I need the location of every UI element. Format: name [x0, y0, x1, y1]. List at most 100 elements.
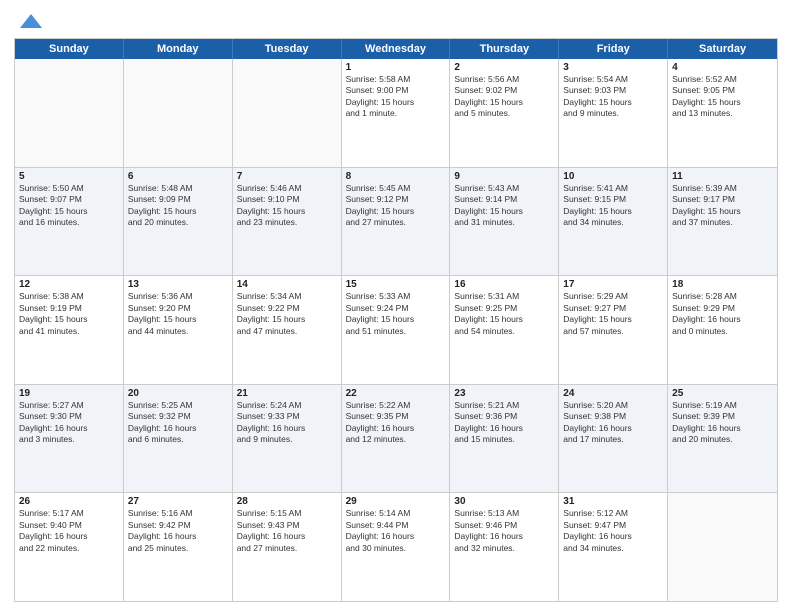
- day-number: 21: [237, 388, 337, 399]
- day-number: 10: [563, 171, 663, 182]
- day-cell-28: 28Sunrise: 5:15 AM Sunset: 9:43 PM Dayli…: [233, 493, 342, 601]
- cell-info: Sunrise: 5:48 AM Sunset: 9:09 PM Dayligh…: [128, 183, 228, 229]
- day-number: 9: [454, 171, 554, 182]
- cell-info: Sunrise: 5:38 AM Sunset: 9:19 PM Dayligh…: [19, 291, 119, 337]
- day-cell-25: 25Sunrise: 5:19 AM Sunset: 9:39 PM Dayli…: [668, 385, 777, 493]
- day-cell-31: 31Sunrise: 5:12 AM Sunset: 9:47 PM Dayli…: [559, 493, 668, 601]
- calendar-row-1: 5Sunrise: 5:50 AM Sunset: 9:07 PM Daylig…: [15, 167, 777, 276]
- day-cell-3: 3Sunrise: 5:54 AM Sunset: 9:03 PM Daylig…: [559, 59, 668, 167]
- day-cell-19: 19Sunrise: 5:27 AM Sunset: 9:30 PM Dayli…: [15, 385, 124, 493]
- empty-cell: [124, 59, 233, 167]
- header-day-wednesday: Wednesday: [342, 39, 451, 59]
- cell-info: Sunrise: 5:19 AM Sunset: 9:39 PM Dayligh…: [672, 400, 773, 446]
- calendar-row-0: 1Sunrise: 5:58 AM Sunset: 9:00 PM Daylig…: [15, 59, 777, 167]
- day-cell-5: 5Sunrise: 5:50 AM Sunset: 9:07 PM Daylig…: [15, 168, 124, 276]
- page: SundayMondayTuesdayWednesdayThursdayFrid…: [0, 0, 792, 612]
- cell-info: Sunrise: 5:14 AM Sunset: 9:44 PM Dayligh…: [346, 508, 446, 554]
- day-number: 2: [454, 62, 554, 73]
- day-number: 30: [454, 496, 554, 507]
- logo: [14, 10, 44, 32]
- day-cell-20: 20Sunrise: 5:25 AM Sunset: 9:32 PM Dayli…: [124, 385, 233, 493]
- day-number: 24: [563, 388, 663, 399]
- day-cell-22: 22Sunrise: 5:22 AM Sunset: 9:35 PM Dayli…: [342, 385, 451, 493]
- cell-info: Sunrise: 5:13 AM Sunset: 9:46 PM Dayligh…: [454, 508, 554, 554]
- day-number: 19: [19, 388, 119, 399]
- cell-info: Sunrise: 5:58 AM Sunset: 9:00 PM Dayligh…: [346, 74, 446, 120]
- cell-info: Sunrise: 5:16 AM Sunset: 9:42 PM Dayligh…: [128, 508, 228, 554]
- cell-info: Sunrise: 5:52 AM Sunset: 9:05 PM Dayligh…: [672, 74, 773, 120]
- day-number: 3: [563, 62, 663, 73]
- day-cell-23: 23Sunrise: 5:21 AM Sunset: 9:36 PM Dayli…: [450, 385, 559, 493]
- day-cell-17: 17Sunrise: 5:29 AM Sunset: 9:27 PM Dayli…: [559, 276, 668, 384]
- day-number: 28: [237, 496, 337, 507]
- day-number: 1: [346, 62, 446, 73]
- day-number: 14: [237, 279, 337, 290]
- cell-info: Sunrise: 5:54 AM Sunset: 9:03 PM Dayligh…: [563, 74, 663, 120]
- day-number: 15: [346, 279, 446, 290]
- cell-info: Sunrise: 5:56 AM Sunset: 9:02 PM Dayligh…: [454, 74, 554, 120]
- empty-cell: [15, 59, 124, 167]
- header-day-friday: Friday: [559, 39, 668, 59]
- day-cell-11: 11Sunrise: 5:39 AM Sunset: 9:17 PM Dayli…: [668, 168, 777, 276]
- day-number: 26: [19, 496, 119, 507]
- cell-info: Sunrise: 5:21 AM Sunset: 9:36 PM Dayligh…: [454, 400, 554, 446]
- day-cell-2: 2Sunrise: 5:56 AM Sunset: 9:02 PM Daylig…: [450, 59, 559, 167]
- cell-info: Sunrise: 5:22 AM Sunset: 9:35 PM Dayligh…: [346, 400, 446, 446]
- header: [14, 10, 778, 32]
- day-number: 22: [346, 388, 446, 399]
- cell-info: Sunrise: 5:39 AM Sunset: 9:17 PM Dayligh…: [672, 183, 773, 229]
- day-cell-15: 15Sunrise: 5:33 AM Sunset: 9:24 PM Dayli…: [342, 276, 451, 384]
- day-number: 16: [454, 279, 554, 290]
- header-day-monday: Monday: [124, 39, 233, 59]
- calendar-row-2: 12Sunrise: 5:38 AM Sunset: 9:19 PM Dayli…: [15, 275, 777, 384]
- cell-info: Sunrise: 5:31 AM Sunset: 9:25 PM Dayligh…: [454, 291, 554, 337]
- cell-info: Sunrise: 5:46 AM Sunset: 9:10 PM Dayligh…: [237, 183, 337, 229]
- day-number: 29: [346, 496, 446, 507]
- day-number: 17: [563, 279, 663, 290]
- day-number: 4: [672, 62, 773, 73]
- cell-info: Sunrise: 5:29 AM Sunset: 9:27 PM Dayligh…: [563, 291, 663, 337]
- day-number: 6: [128, 171, 228, 182]
- day-number: 20: [128, 388, 228, 399]
- day-cell-14: 14Sunrise: 5:34 AM Sunset: 9:22 PM Dayli…: [233, 276, 342, 384]
- day-cell-29: 29Sunrise: 5:14 AM Sunset: 9:44 PM Dayli…: [342, 493, 451, 601]
- calendar-row-4: 26Sunrise: 5:17 AM Sunset: 9:40 PM Dayli…: [15, 492, 777, 601]
- day-number: 12: [19, 279, 119, 290]
- calendar-header: SundayMondayTuesdayWednesdayThursdayFrid…: [15, 39, 777, 59]
- day-number: 13: [128, 279, 228, 290]
- day-number: 11: [672, 171, 773, 182]
- header-day-saturday: Saturday: [668, 39, 777, 59]
- header-day-sunday: Sunday: [15, 39, 124, 59]
- day-cell-10: 10Sunrise: 5:41 AM Sunset: 9:15 PM Dayli…: [559, 168, 668, 276]
- cell-info: Sunrise: 5:45 AM Sunset: 9:12 PM Dayligh…: [346, 183, 446, 229]
- day-cell-18: 18Sunrise: 5:28 AM Sunset: 9:29 PM Dayli…: [668, 276, 777, 384]
- cell-info: Sunrise: 5:41 AM Sunset: 9:15 PM Dayligh…: [563, 183, 663, 229]
- cell-info: Sunrise: 5:17 AM Sunset: 9:40 PM Dayligh…: [19, 508, 119, 554]
- day-number: 8: [346, 171, 446, 182]
- cell-info: Sunrise: 5:24 AM Sunset: 9:33 PM Dayligh…: [237, 400, 337, 446]
- cell-info: Sunrise: 5:34 AM Sunset: 9:22 PM Dayligh…: [237, 291, 337, 337]
- day-number: 25: [672, 388, 773, 399]
- day-cell-7: 7Sunrise: 5:46 AM Sunset: 9:10 PM Daylig…: [233, 168, 342, 276]
- day-number: 27: [128, 496, 228, 507]
- day-cell-13: 13Sunrise: 5:36 AM Sunset: 9:20 PM Dayli…: [124, 276, 233, 384]
- cell-info: Sunrise: 5:28 AM Sunset: 9:29 PM Dayligh…: [672, 291, 773, 337]
- day-cell-4: 4Sunrise: 5:52 AM Sunset: 9:05 PM Daylig…: [668, 59, 777, 167]
- day-cell-12: 12Sunrise: 5:38 AM Sunset: 9:19 PM Dayli…: [15, 276, 124, 384]
- cell-info: Sunrise: 5:43 AM Sunset: 9:14 PM Dayligh…: [454, 183, 554, 229]
- day-cell-30: 30Sunrise: 5:13 AM Sunset: 9:46 PM Dayli…: [450, 493, 559, 601]
- day-number: 7: [237, 171, 337, 182]
- cell-info: Sunrise: 5:20 AM Sunset: 9:38 PM Dayligh…: [563, 400, 663, 446]
- calendar-body: 1Sunrise: 5:58 AM Sunset: 9:00 PM Daylig…: [15, 59, 777, 601]
- cell-info: Sunrise: 5:12 AM Sunset: 9:47 PM Dayligh…: [563, 508, 663, 554]
- calendar-row-3: 19Sunrise: 5:27 AM Sunset: 9:30 PM Dayli…: [15, 384, 777, 493]
- day-number: 23: [454, 388, 554, 399]
- logo-icon: [18, 10, 44, 32]
- day-number: 18: [672, 279, 773, 290]
- header-day-tuesday: Tuesday: [233, 39, 342, 59]
- cell-info: Sunrise: 5:27 AM Sunset: 9:30 PM Dayligh…: [19, 400, 119, 446]
- day-cell-1: 1Sunrise: 5:58 AM Sunset: 9:00 PM Daylig…: [342, 59, 451, 167]
- cell-info: Sunrise: 5:33 AM Sunset: 9:24 PM Dayligh…: [346, 291, 446, 337]
- cell-info: Sunrise: 5:15 AM Sunset: 9:43 PM Dayligh…: [237, 508, 337, 554]
- day-cell-16: 16Sunrise: 5:31 AM Sunset: 9:25 PM Dayli…: [450, 276, 559, 384]
